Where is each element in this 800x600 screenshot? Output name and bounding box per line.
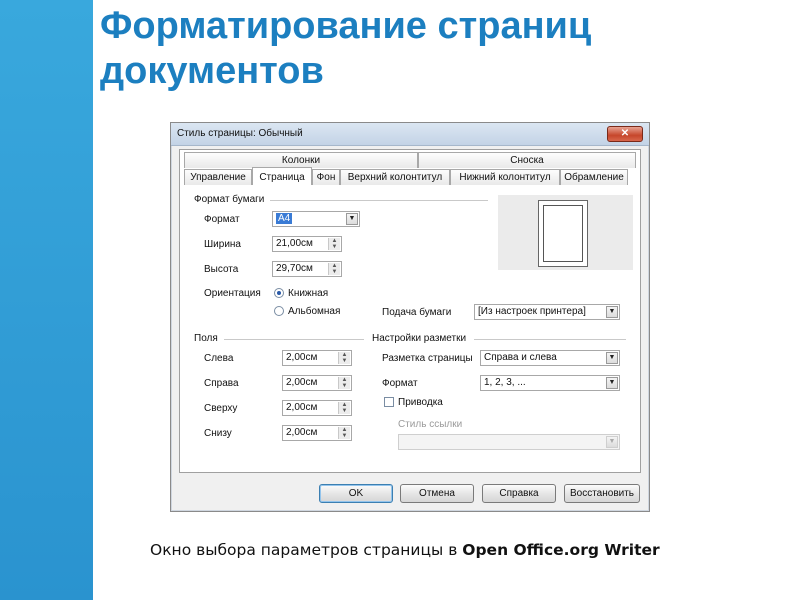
tab-footer[interactable]: Нижний колонтитул bbox=[450, 169, 560, 185]
slide-caption: Окно выбора параметров страницы в Open O… bbox=[150, 541, 660, 559]
margin-left-label: Слева bbox=[204, 353, 234, 364]
margin-bottom-value: 2,00см bbox=[286, 427, 318, 438]
tab-footnote[interactable]: Сноска bbox=[418, 152, 636, 168]
tab-background[interactable]: Фон bbox=[312, 169, 340, 185]
chevron-down-icon[interactable]: ▼ bbox=[346, 213, 358, 225]
page-layout-value: Справа и слева bbox=[484, 352, 557, 363]
caption-product: Open Office.org Writer bbox=[462, 541, 660, 559]
tab-columns[interactable]: Колонки bbox=[184, 152, 418, 168]
margin-left-value: 2,00см bbox=[286, 352, 318, 363]
margin-bottom-input[interactable]: 2,00см ▲ ▼ bbox=[282, 425, 352, 441]
tab-organizer[interactable]: Управление bbox=[184, 169, 252, 185]
slide-title-line2: документов bbox=[100, 50, 324, 92]
margin-top-value: 2,00см bbox=[286, 402, 318, 413]
spin-arrows-icon[interactable]: ▲ ▼ bbox=[338, 377, 350, 389]
layout-divider bbox=[474, 339, 626, 340]
dialog-title: Стиль страницы: Обычный bbox=[177, 128, 303, 139]
width-input[interactable]: 21,00см ▲ ▼ bbox=[272, 236, 342, 252]
tab-row-top: Колонки Сноска bbox=[184, 152, 636, 168]
page-preview bbox=[498, 195, 633, 270]
tab-row-bottom: Управление Страница Фон Верхний колонтит… bbox=[184, 167, 628, 185]
tab-page[interactable]: Страница bbox=[252, 167, 312, 185]
spin-arrows-icon[interactable]: ▲ ▼ bbox=[338, 427, 350, 439]
slide-title-line1: Форматирование страниц bbox=[100, 5, 592, 47]
margin-bottom-label: Снизу bbox=[204, 428, 232, 439]
slide-title: Форматирование страниц документов bbox=[100, 4, 780, 94]
page-sheet-icon bbox=[538, 200, 588, 267]
margin-top-label: Сверху bbox=[204, 403, 238, 414]
paper-format-group-label: Формат бумаги bbox=[194, 194, 265, 205]
ref-style-select[interactable]: ▼ bbox=[398, 434, 620, 450]
height-label: Высота bbox=[204, 264, 239, 275]
paper-source-select[interactable]: [Из настроек принтера] ▼ bbox=[474, 304, 620, 320]
page-layout-label: Разметка страницы bbox=[382, 353, 473, 364]
spin-arrows-icon[interactable]: ▲ ▼ bbox=[338, 402, 350, 414]
layout-group-label: Настройки разметки bbox=[372, 333, 467, 344]
paper-source-label: Подача бумаги bbox=[382, 307, 452, 318]
numbering-format-value: 1, 2, 3, ... bbox=[484, 377, 526, 388]
tab-borders[interactable]: Обрамление bbox=[560, 169, 628, 185]
width-label: Ширина bbox=[204, 239, 241, 250]
help-button[interactable]: Справка bbox=[482, 484, 556, 503]
ok-button[interactable]: OK bbox=[319, 484, 393, 503]
page-layout-select[interactable]: Справа и слева ▼ bbox=[480, 350, 620, 366]
chevron-down-icon[interactable]: ▼ bbox=[606, 436, 618, 448]
portrait-label: Книжная bbox=[288, 288, 329, 299]
tab-header[interactable]: Верхний колонтитул bbox=[340, 169, 450, 185]
chevron-down-icon[interactable]: ▼ bbox=[606, 306, 618, 318]
height-value: 29,70см bbox=[276, 263, 313, 274]
landscape-label: Альбомная bbox=[288, 306, 341, 317]
numbering-format-label: Формат bbox=[382, 378, 418, 389]
cancel-button[interactable]: Отмена bbox=[400, 484, 474, 503]
page-style-dialog: Стиль страницы: Обычный ✕ Колонки Сноска… bbox=[170, 122, 650, 512]
chevron-down-icon[interactable]: ▼ bbox=[606, 352, 618, 364]
left-accent-bar bbox=[0, 0, 93, 600]
dialog-titlebar: Стиль страницы: Обычный ✕ bbox=[171, 123, 649, 146]
chevron-down-icon[interactable]: ▼ bbox=[606, 377, 618, 389]
register-checkbox[interactable] bbox=[384, 397, 394, 407]
format-select[interactable]: A4 ▼ bbox=[272, 211, 360, 227]
orientation-label: Ориентация bbox=[204, 288, 261, 299]
numbering-format-select[interactable]: 1, 2, 3, ... ▼ bbox=[480, 375, 620, 391]
portrait-radio[interactable] bbox=[274, 288, 284, 298]
margins-divider bbox=[224, 339, 364, 340]
height-input[interactable]: 29,70см ▲ ▼ bbox=[272, 261, 342, 277]
width-value: 21,00см bbox=[276, 238, 313, 249]
format-value: A4 bbox=[276, 213, 293, 224]
reset-button[interactable]: Восстановить bbox=[564, 484, 640, 503]
tab-content-panel: Колонки Сноска Управление Страница Фон В… bbox=[179, 149, 641, 473]
margin-left-input[interactable]: 2,00см ▲ ▼ bbox=[282, 350, 352, 366]
paper-format-divider bbox=[270, 200, 488, 201]
margin-right-label: Справа bbox=[204, 378, 239, 389]
format-label: Формат bbox=[204, 214, 240, 225]
caption-text: Окно выбора параметров страницы в bbox=[150, 541, 463, 559]
page-margin-outline bbox=[543, 205, 583, 262]
margin-right-input[interactable]: 2,00см ▲ ▼ bbox=[282, 375, 352, 391]
margins-group-label: Поля bbox=[194, 333, 218, 344]
spin-arrows-icon[interactable]: ▲ ▼ bbox=[328, 238, 340, 250]
close-button[interactable]: ✕ bbox=[607, 126, 643, 142]
spin-arrows-icon[interactable]: ▲ ▼ bbox=[328, 263, 340, 275]
spin-arrows-icon[interactable]: ▲ ▼ bbox=[338, 352, 350, 364]
ref-style-label: Стиль ссылки bbox=[398, 419, 463, 430]
register-label: Приводка bbox=[398, 397, 443, 408]
close-icon: ✕ bbox=[620, 128, 630, 139]
paper-source-value: [Из настроек принтера] bbox=[478, 306, 586, 317]
margin-top-input[interactable]: 2,00см ▲ ▼ bbox=[282, 400, 352, 416]
landscape-radio[interactable] bbox=[274, 306, 284, 316]
margin-right-value: 2,00см bbox=[286, 377, 318, 388]
